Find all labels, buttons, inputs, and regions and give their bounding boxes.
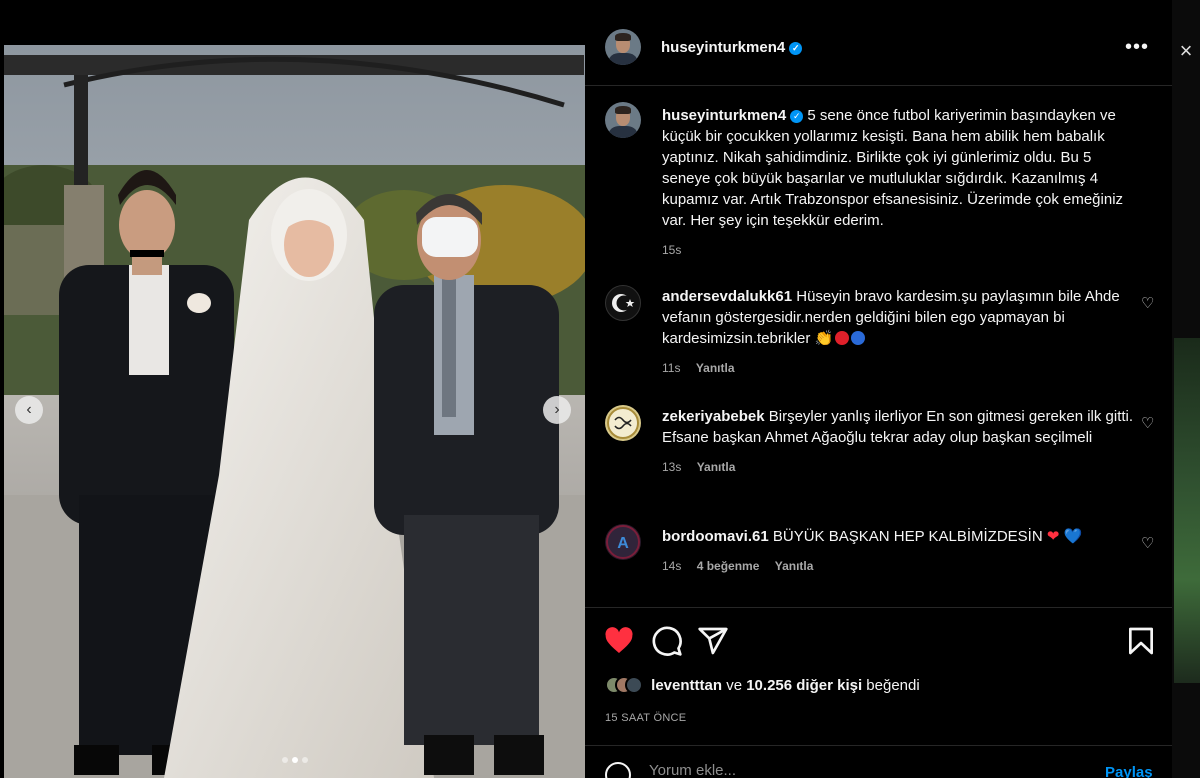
carousel-dot-active [291,757,298,763]
likes-others-count[interactable]: 10.256 diğer kişi [746,677,862,694]
comment-text: BÜYÜK BAŞKAN HEP KALBİMİZDESİN [772,528,1043,545]
wedding-photo [4,45,585,778]
red-circle-emoji [835,331,850,345]
carousel-dots [4,750,585,768]
comment-username[interactable]: bordoomavi.61 [662,528,769,545]
reply-button[interactable]: Yanıtla [696,361,735,375]
carousel-dot [281,757,288,763]
next-post-peek [1174,338,1200,683]
reply-button[interactable]: Yanıtla [697,460,736,474]
like-heart-icon[interactable] [603,625,635,657]
svg-text:A: A [617,535,629,552]
comment-like-icon[interactable]: ♡ [1141,534,1154,552]
post-comment-button[interactable]: Paylaş [1105,764,1153,778]
post-photo: ‹ › [4,45,585,778]
emoji-icon[interactable] [605,762,631,778]
carousel-dot [301,757,308,763]
liker-avatar[interactable] [625,676,643,694]
likes-summary: leventttan ve 10.256 diğer kişi beğendi [605,676,920,694]
verified-icon: ✓ [789,42,803,55]
share-icon[interactable] [697,625,729,657]
red-heart-emoji: ❤ [1046,528,1060,545]
action-bar: leventttan ve 10.256 diğer kişi beğendi … [585,607,1172,745]
comment-username[interactable]: andersevdalukk61 [662,288,792,305]
blue-circle-emoji [851,331,866,345]
likes-connector: ve [726,677,743,694]
avatar[interactable] [605,29,641,65]
carousel-prev-button[interactable]: ‹ [15,396,43,424]
background-overlay: × [1172,0,1200,778]
comment-item: zekeriyabebek Birşeyler yanlış ilerliyor… [662,406,1142,478]
comment-like-icon[interactable]: ♡ [1141,294,1154,312]
comment-username[interactable]: zekeriyabebek [662,408,765,425]
comment-avatar[interactable]: A [605,524,641,560]
clap-emoji: 👏 [814,330,834,347]
caption-text: 5 sene önce futbol kariyerimin başındayk… [662,107,1124,229]
bookmark-icon[interactable] [1125,625,1157,657]
post-header: huseyinturkmen4 ✓ ••• [585,0,1172,86]
blue-heart-emoji: 💙 [1063,528,1083,545]
post-caption: huseyinturkmen4 ✓ 5 sene önce futbol kari… [662,105,1142,261]
comment-avatar[interactable] [605,405,641,441]
more-options-icon[interactable]: ••• [1125,36,1149,59]
caption-username[interactable]: huseyinturkmen4 [662,107,786,124]
comment-time: 11s [662,361,681,375]
club-badge-icon: A [606,525,640,559]
close-icon[interactable]: × [1172,38,1200,64]
verified-icon: ✓ [790,110,804,123]
likes-suffix: beğendi [866,677,920,694]
liker-username[interactable]: leventttan [651,677,722,694]
post-timestamp: 15 SAAT ÖNCE [605,712,687,724]
comment-icon[interactable] [651,625,683,657]
crescent-icon [612,294,635,312]
carousel-next-button[interactable]: › [543,396,571,424]
header-username-text[interactable]: huseyinturkmen4 [661,39,785,56]
add-comment-bar: Paylaş [585,745,1172,778]
comment-likes-count[interactable]: 4 beğenme [697,559,760,573]
comment-input[interactable] [649,762,1029,778]
calligraphy-icon [607,407,639,439]
caption-avatar[interactable] [605,102,641,138]
comment-item: bordoomavi.61 BÜYÜK BAŞKAN HEP KALBİMİZD… [662,526,1142,577]
comment-avatar[interactable] [605,285,641,321]
comment-time: 13s [662,460,682,474]
comment-time: 14s [662,559,682,573]
post-detail-panel: huseyinturkmen4 ✓ ••• huseyinturkmen4 ✓ 5 … [585,0,1172,778]
comment-item: andersevdalukk61 Hüseyin bravo kardesim.… [662,286,1142,379]
caption-time: 15s [662,243,682,257]
header-username[interactable]: huseyinturkmen4 ✓ [661,39,803,56]
reply-button[interactable]: Yanıtla [775,559,814,573]
comment-like-icon[interactable]: ♡ [1141,414,1154,432]
